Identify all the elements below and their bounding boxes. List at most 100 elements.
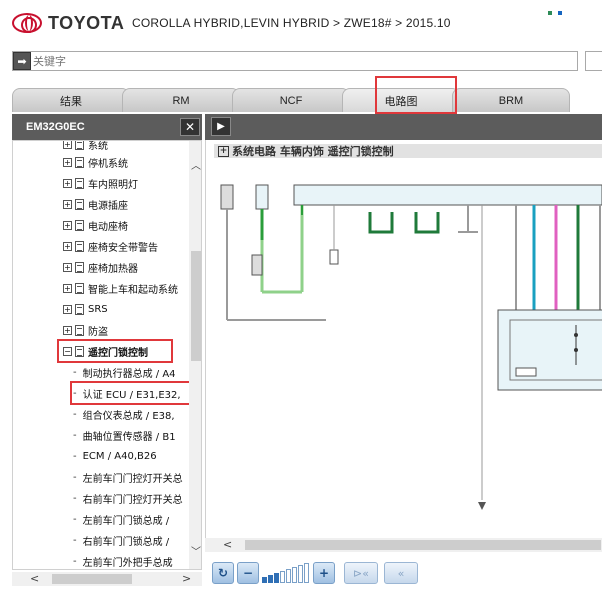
wire-darkgreen-1 <box>368 212 394 234</box>
tree-node[interactable]: + 车内照明灯 <box>63 174 138 192</box>
zoom-out-icon[interactable]: − <box>237 562 259 584</box>
tree-node[interactable]: + 座椅安全带警告 <box>63 237 158 255</box>
expand-icon[interactable]: + <box>63 283 72 293</box>
tree-node[interactable]: + 智能上车和起动系统 <box>63 279 178 297</box>
scroll-thumb[interactable] <box>191 251 201 361</box>
ecu-connector <box>293 184 602 206</box>
tab-highlight-box <box>375 76 457 114</box>
tree-node-label: 停机系统 <box>88 158 128 170</box>
document-icon <box>75 198 84 210</box>
document-icon <box>75 261 84 273</box>
scroll-left-icon[interactable]: < <box>223 538 232 551</box>
scroll-right-icon[interactable]: > <box>182 572 191 585</box>
tree-leaf[interactable]: - ECM / A40,B26 <box>73 447 157 465</box>
expand-icon[interactable]: + <box>63 199 72 209</box>
tab-ncf[interactable]: NCF <box>232 88 350 112</box>
tree-leaf[interactable]: - 右前车门门锁总成 / <box>73 531 169 549</box>
tree-leaf-label: 制动执行器总成 / A4 <box>82 368 176 380</box>
diagram-viewer[interactable]: + 系统电路 车辆内饰 遥控门锁控制 <box>205 140 602 538</box>
tree-node[interactable]: + 防盗 <box>63 321 108 339</box>
tab-bar: 结果 RM NCF 电路图 BRM <box>12 88 602 112</box>
toyota-emblem-icon <box>12 13 42 33</box>
expand-icon[interactable]: + <box>63 220 72 230</box>
tree-leaf-label: 组合仪表总成 / E38, <box>82 410 175 422</box>
tree-leaf-label: 曲轴位置传感器 / B1 <box>82 431 176 443</box>
search-extra-button[interactable] <box>585 51 602 71</box>
tree-node[interactable]: + 电动座椅 <box>63 216 128 234</box>
tab-results[interactable]: 结果 <box>12 88 130 112</box>
document-icon <box>75 303 84 315</box>
app-window: TOYOTA COROLLA HYBRID,LEVIN HYBRID > ZWE… <box>0 0 602 594</box>
tree-node[interactable]: + 座椅加热器 <box>63 258 138 276</box>
tree-leaf[interactable]: - 右前车门门控灯开关总 <box>73 489 183 507</box>
tree-node-label: 智能上车和起动系统 <box>88 284 178 296</box>
top-accent-dots <box>542 0 602 15</box>
tab-brm[interactable]: BRM <box>452 88 570 112</box>
tree-leaf[interactable]: - 左前车门门锁总成 / <box>73 510 169 528</box>
tree-node-label: SRS <box>88 303 108 315</box>
tree-leaf[interactable]: - 曲轴位置传感器 / B1 <box>73 426 176 444</box>
tree-node-label: 座椅加热器 <box>88 263 138 275</box>
tree-node[interactable]: + 系统 <box>63 141 108 153</box>
wiring-diagram <box>220 184 602 510</box>
refresh-icon[interactable]: ↻ <box>212 562 234 584</box>
scroll-up-icon[interactable]: ︿ <box>189 157 201 172</box>
header: TOYOTA COROLLA HYBRID,LEVIN HYBRID > ZWE… <box>0 0 602 44</box>
tree-node-label: 座椅安全带警告 <box>88 242 158 254</box>
previous-page-icon[interactable]: ⊳« <box>344 562 378 584</box>
expand-icon[interactable]: + <box>63 325 72 335</box>
zoom-level-indicator[interactable] <box>262 563 310 583</box>
tree-node[interactable]: + SRS <box>63 300 108 318</box>
scroll-left-icon[interactable]: < <box>30 572 39 585</box>
close-icon[interactable]: ✕ <box>180 118 200 136</box>
expand-icon[interactable]: + <box>63 178 72 188</box>
scroll-thumb[interactable] <box>52 574 132 584</box>
play-icon[interactable]: ▶ <box>211 117 231 136</box>
tree-vertical-scrollbar[interactable]: ︿ ﹀ <box>189 141 201 569</box>
left-panel-header: EM32G0EC ✕ <box>12 114 202 140</box>
document-icon <box>75 141 84 150</box>
fuse-box-2 <box>255 184 269 210</box>
zoom-in-icon[interactable]: + <box>313 562 335 584</box>
connector-1 <box>251 254 263 276</box>
tree-leaf-label: 右前车门门锁总成 / <box>82 536 170 548</box>
tree-leaf[interactable]: - 左前车门外把手总成 <box>73 552 173 569</box>
expand-icon[interactable]: + <box>63 304 72 314</box>
next-page-icon[interactable]: « <box>384 562 418 584</box>
diagram-panel-header: ▶ <box>205 114 602 140</box>
tree-leaf-label: ECM / A40,B26 <box>82 450 157 462</box>
search-bar: ➡ <box>12 51 578 71</box>
wire-darkgreen-2 <box>414 212 440 234</box>
tab-rm[interactable]: RM <box>122 88 240 112</box>
tree-node[interactable]: + 电源插座 <box>63 195 128 213</box>
tree-node[interactable]: + 停机系统 <box>63 153 128 171</box>
diagram-toolbar: ↻ − + ⊳« « <box>212 560 418 586</box>
expand-icon[interactable]: + <box>63 262 72 272</box>
tree-leaf[interactable]: - 制动执行器总成 / A4 <box>73 363 176 381</box>
tree-node-label: 电源插座 <box>88 200 128 212</box>
tree-leaf[interactable]: - 组合仪表总成 / E38, <box>73 405 175 423</box>
tree-node-label: 车内照明灯 <box>88 179 138 191</box>
tree-node-label: 系统 <box>88 141 108 152</box>
tree-horizontal-scrollbar[interactable]: < > <box>12 572 202 586</box>
brand-name: TOYOTA <box>48 12 125 33</box>
tree-node-label: 电动座椅 <box>88 221 128 233</box>
tree-leaf-label: 左前车门门控灯开关总 <box>82 473 183 485</box>
expand-icon[interactable]: + <box>63 141 72 149</box>
diagram-horizontal-scrollbar[interactable]: < <box>205 538 602 552</box>
scroll-down-icon[interactable]: ﹀ <box>189 543 201 558</box>
expand-icon[interactable]: + <box>63 157 72 167</box>
fuse-box-1 <box>220 184 234 210</box>
tree-leaf[interactable]: - 左前车门门控灯开关总 <box>73 468 183 486</box>
navigation-tree-panel: + 系统 + 停机系统 + 车内照明灯 + 电源插座 + 电动座椅 + 座椅安全… <box>12 140 202 570</box>
breadcrumb: COROLLA HYBRID,LEVIN HYBRID > ZWE18# > 2… <box>132 16 451 30</box>
search-input[interactable] <box>31 52 577 70</box>
document-icon <box>75 219 84 231</box>
document-icon <box>75 240 84 252</box>
scroll-thumb[interactable] <box>245 540 601 550</box>
door-lock-module <box>497 309 602 391</box>
document-icon <box>75 177 84 189</box>
search-go-icon[interactable]: ➡ <box>13 52 31 70</box>
document-icon <box>75 324 84 336</box>
expand-icon[interactable]: + <box>63 241 72 251</box>
